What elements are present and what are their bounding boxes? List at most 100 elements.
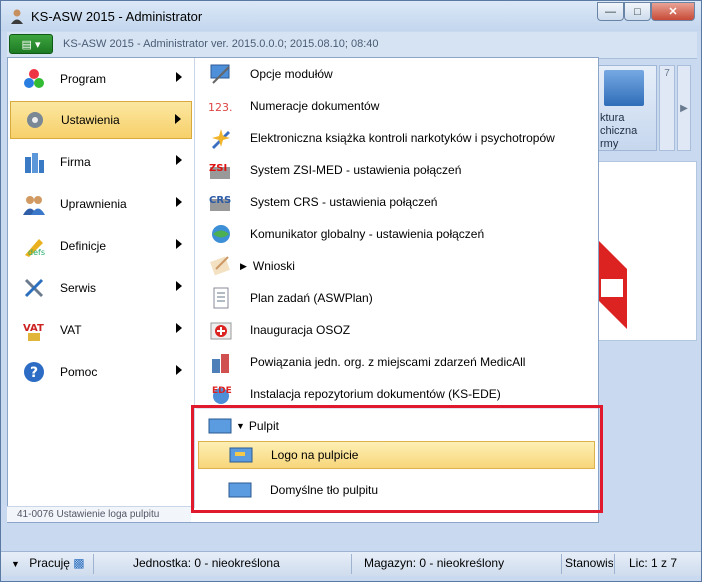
menu-item-label: Ustawienia [61, 113, 120, 127]
status-divider [561, 554, 562, 574]
app-menu-button[interactable]: ▤ ▾ [9, 34, 53, 54]
submenu-item-label: System CRS - ustawienia połączeń [250, 195, 438, 209]
osoz-icon [208, 318, 234, 342]
menu-item-label: Pomoc [60, 365, 98, 379]
ede-icon: EDE [208, 382, 234, 406]
submenu-item-zsi-med[interactable]: ZSI System ZSI-MED - ustawienia połączeń [196, 154, 598, 186]
menu-item-label: VAT [60, 323, 82, 337]
submenu-item-global-communicator[interactable]: Komunikator globalny - ustawienia połącz… [196, 218, 598, 250]
menu-item-ustawienia[interactable]: Ustawienia [10, 101, 192, 139]
minimize-button[interactable]: — [597, 2, 624, 21]
maximize-icon: □ [634, 5, 641, 18]
menu-item-label: Program [60, 72, 107, 86]
chevron-right-icon [176, 239, 182, 249]
org-structure-button[interactable]: ktura chiczna rmy [597, 65, 657, 151]
user-icon [9, 8, 25, 24]
menu-item-serwis[interactable]: Serwis [10, 269, 192, 307]
submenu-item-label: Komunikator globalny - ustawienia połącz… [250, 227, 485, 241]
svg-text:ZSI: ZSI [209, 163, 227, 174]
window-title: KS-ASW 2015 - Administrator [31, 9, 203, 24]
help-icon: ? [22, 360, 46, 384]
ribbon-group-partial: ktura chiczna rmy 7 ▶ [597, 61, 697, 155]
submenu-item-label: Wnioski [252, 259, 295, 273]
ribbon-bar: ▤ ▾ KS-ASW 2015 - Administrator ver. 201… [7, 32, 697, 59]
crs-icon: CRS [208, 190, 234, 214]
medicall-icon [208, 350, 234, 374]
chevron-down-icon: ▼ [11, 559, 20, 569]
status-counter: Lic: 1 z 7 [629, 556, 678, 570]
menu-item-definicje[interactable]: defs Definicje [10, 227, 192, 265]
expand-right-icon: ▶ [240, 260, 247, 271]
company-icon [22, 150, 46, 174]
network-icon: ▩ [73, 556, 85, 570]
submenu-item-label: System ZSI-MED - ustawienia połączeń [250, 163, 462, 177]
chevron-right-icon [176, 365, 182, 375]
chevron-right-icon [176, 72, 182, 82]
app-menu-icon: ▤ ▾ [21, 38, 41, 51]
submenu-item-label: Elektroniczna książka kontroli narkotykó… [250, 131, 555, 145]
logo-fragment-icon [597, 239, 627, 329]
svg-text:EDE: EDE [212, 386, 232, 396]
submenu-item-modules-options[interactable]: Opcje modułów [196, 58, 598, 90]
submenu-item-task-plan[interactable]: Plan zadań (ASWPlan) [196, 282, 598, 314]
global-communicator-icon [208, 222, 234, 246]
svg-text:VAT: VAT [23, 323, 44, 334]
org-structure-icon [604, 70, 644, 106]
main-window: KS-ASW 2015 - Administrator — □ ✕ ▤ ▾ KS… [0, 0, 702, 582]
submenu-item-label: Plan zadań (ASWPlan) [250, 291, 373, 305]
status-station: Stanowisko [565, 556, 613, 570]
service-icon [22, 276, 46, 300]
backstage-left-menu: Program Ustawienia Firma Uprawnienia def… [8, 58, 195, 508]
status-warehouse: Magazyn: 0 - nieokreślony [364, 556, 505, 570]
vat-icon: VAT [22, 318, 46, 342]
ribbon-scroll-right-button[interactable]: ▶ [677, 65, 691, 151]
svg-text:CRS: CRS [209, 195, 231, 206]
numbering-icon: 123. [208, 94, 234, 118]
maximize-button[interactable]: □ [624, 2, 651, 21]
org-structure-label: ktura chiczna rmy [600, 112, 638, 150]
submenu-item-crs[interactable]: CRS System CRS - ustawienia połączeń [196, 186, 598, 218]
ribbon-title: KS-ASW 2015 - Administrator ver. 2015.0.… [63, 38, 379, 50]
chevron-right-icon: ▶ [680, 102, 688, 114]
submenu-item-requests[interactable]: ▶ Wnioski [196, 250, 598, 282]
menu-item-pomoc[interactable]: ? Pomoc [10, 353, 192, 391]
status-mode-label: Pracuję [29, 556, 70, 570]
requests-icon [208, 254, 234, 278]
submenu-item-label: Inauguracja OSOZ [250, 323, 351, 337]
chevron-right-icon [175, 114, 181, 124]
close-button[interactable]: ✕ [651, 2, 695, 21]
menu-item-label: Uprawnienia [60, 197, 127, 211]
menu-item-label: Definicje [60, 239, 107, 253]
menu-item-label: Serwis [60, 281, 97, 295]
submenu-item-label: Opcje modułów [250, 67, 333, 81]
status-mode-dropdown[interactable]: ▼ Pracuję ▩ [11, 556, 85, 570]
status-divider [93, 554, 94, 574]
permissions-icon [22, 192, 46, 216]
menu-item-firma[interactable]: Firma [10, 143, 192, 181]
submenu-item-numbering[interactable]: 123. Numeracje dokumentów [196, 90, 598, 122]
close-icon: ✕ [668, 6, 678, 18]
status-hint: 41-0076 Ustawienie loga pulpitu [7, 506, 191, 522]
submenu-item-narcotics-book[interactable]: Elektroniczna książka kontroli narkotykó… [196, 122, 598, 154]
title-bar[interactable]: KS-ASW 2015 - Administrator — □ ✕ [1, 1, 701, 31]
window-controls: — □ ✕ [597, 2, 695, 21]
menu-item-uprawnienia[interactable]: Uprawnienia [10, 185, 192, 223]
chevron-right-icon [176, 197, 182, 207]
submenu-item-label: Numeracje dokumentów [250, 99, 380, 113]
status-bar: ▼ Pracuję ▩ Jednostka: 0 - nieokreślona … [1, 551, 701, 576]
narcotics-book-icon [208, 126, 234, 150]
chevron-right-icon [176, 155, 182, 165]
task-plan-icon [208, 286, 234, 310]
chevron-right-icon [176, 281, 182, 291]
submenu-item-medicall[interactable]: Powiązania jedn. org. z miejscami zdarze… [196, 346, 598, 378]
highlight-box [191, 405, 603, 513]
definitions-icon: defs [22, 234, 46, 258]
submenu-item-label: Powiązania jedn. org. z miejscami zdarze… [250, 355, 526, 369]
menu-item-vat[interactable]: VAT VAT [10, 311, 192, 349]
minimize-icon: — [605, 5, 616, 18]
menu-item-program[interactable]: Program [10, 60, 192, 98]
submenu-item-osoz[interactable]: Inauguracja OSOZ [196, 314, 598, 346]
status-divider [614, 554, 615, 574]
ribbon-page-number: 7 [659, 65, 675, 151]
chevron-right-icon [176, 323, 182, 333]
